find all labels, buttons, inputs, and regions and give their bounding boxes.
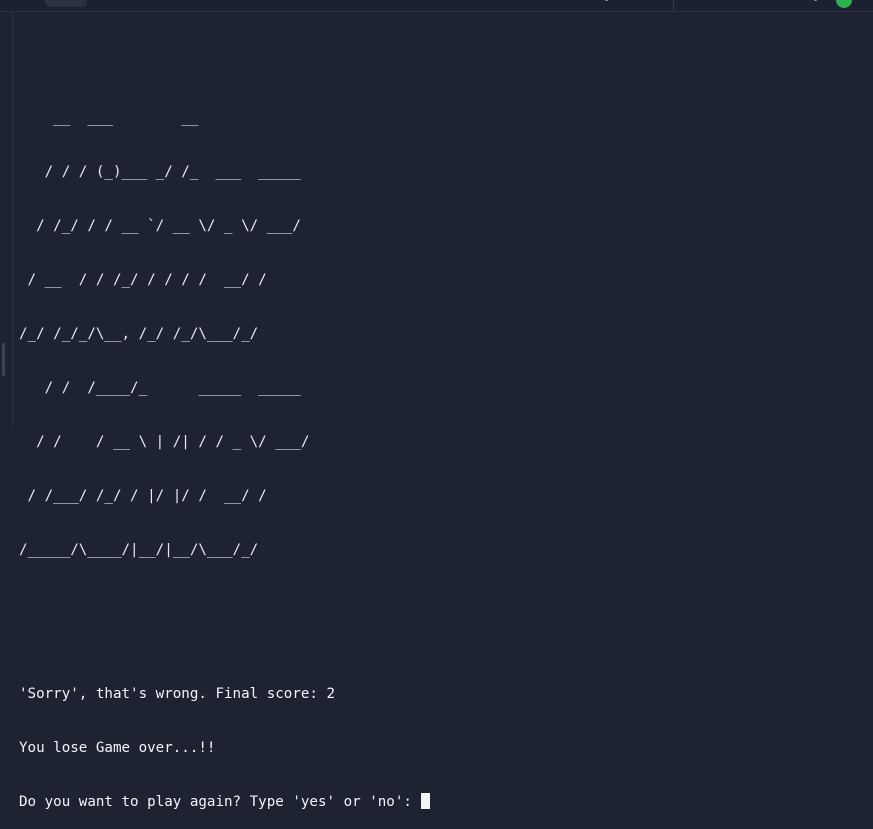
terminal-tab[interactable] <box>45 0 87 7</box>
ascii-banner-line: / / /____/_ _____ _____ <box>19 380 301 396</box>
top-bar <box>0 0 873 12</box>
play-again-prompt[interactable]: Do you want to play again? Type 'yes' or… <box>19 793 431 811</box>
ascii-banner-line: / /_/ / / __ `/ __ \/ _ \/ ___/ <box>19 218 301 234</box>
result-message: 'Sorry', that's wrong. Final score: 2 <box>19 686 336 702</box>
toolbar-mark <box>605 0 608 1</box>
prompt-text: Do you want to play again? Type 'yes' or… <box>19 794 421 810</box>
ascii-banner-line: /_/ /_/_/\__, /_/ /_/\___/_/ <box>19 326 259 342</box>
left-divider <box>12 12 13 427</box>
ascii-banner-line: / / / (_)___ _/ /_ ___ _____ <box>19 164 301 180</box>
ascii-banner-line: /_____/\____/|__/|__/\___/_/ <box>19 542 259 558</box>
toolbar-mark <box>814 0 817 1</box>
text-cursor[interactable] <box>421 793 431 809</box>
ascii-banner-line: / __ / / /_/ / / / / __/ / <box>19 272 267 288</box>
ascii-banner-line: / / / __ \ | /| / / _ \/ ___/ <box>19 434 310 450</box>
resize-handle[interactable] <box>2 343 5 376</box>
ascii-banner: __ ___ __ / / / (_)___ _/ /_ ___ _____ /… <box>19 73 430 595</box>
ascii-banner-line: / /___/ /_/ / |/ |/ / __/ / <box>19 488 267 504</box>
terminal-output[interactable]: __ ___ __ / / / (_)___ _/ /_ ___ _____ /… <box>19 37 431 829</box>
ascii-banner-line: __ ___ __ <box>19 110 199 126</box>
terminal-window: { "banner": { "art_lines": [ " __ ___ __… <box>0 0 873 810</box>
game-over-message: You lose Game over...!! <box>19 740 216 756</box>
toolbar-divider <box>673 0 674 11</box>
status-dot-icon <box>836 0 852 8</box>
